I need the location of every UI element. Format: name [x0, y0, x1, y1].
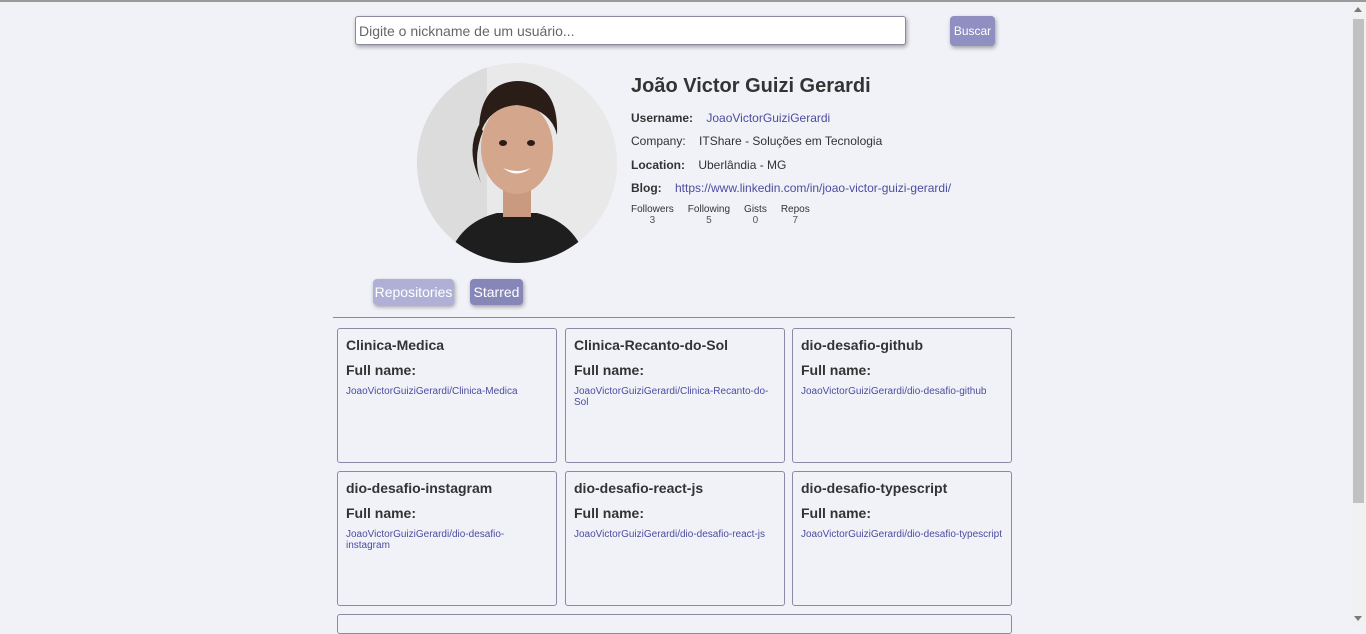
- blog-link[interactable]: https://www.linkedin.com/in/joao-victor-…: [675, 181, 951, 195]
- full-name-label: Full name:: [801, 362, 872, 378]
- repo-name: dio-desafio-github: [801, 337, 924, 353]
- repo-full-name: JoaoVictorGuiziGerardi/Clinica-Recanto-d…: [574, 386, 769, 408]
- repo-name: dio-desafio-instagram: [346, 480, 493, 496]
- search-input[interactable]: [355, 16, 906, 45]
- stat-value: 0: [752, 215, 759, 226]
- repo-full-name: JoaoVictorGuiziGerardi/dio-desafio-insta…: [346, 529, 505, 551]
- full-name-label: Full name:: [346, 505, 417, 521]
- stat-label: Followers: [631, 204, 674, 215]
- scroll-down-arrow-icon[interactable]: [1354, 616, 1362, 621]
- repo-card[interactable]: dio-desafio-typescript Full name: JoaoVi…: [792, 471, 1012, 606]
- divider: [333, 317, 1015, 318]
- repo-full-name: JoaoVictorGuiziGerardi/dio-desafio-types…: [801, 529, 1003, 540]
- repo-name: Clinica-Medica: [346, 337, 445, 353]
- blog-row: Blog: https://www.linkedin.com/in/joao-v…: [631, 181, 951, 195]
- stat-label: Gists: [744, 204, 767, 215]
- blog-label: Blog:: [631, 181, 662, 195]
- repo-name: dio-desafio-react-js: [574, 480, 704, 496]
- repo-full-name: JoaoVictorGuiziGerardi/dio-desafio-react…: [574, 529, 766, 540]
- profile-name: João Victor Guizi Gerardi: [631, 75, 871, 97]
- full-name-label: Full name:: [801, 505, 872, 521]
- company-row: Company: ITShare - Soluções em Tecnologi…: [631, 134, 882, 148]
- company-value: ITShare - Soluções em Tecnologia: [699, 134, 883, 148]
- stat-value: 3: [649, 215, 656, 226]
- scrollbar-thumb[interactable]: [1353, 19, 1364, 503]
- repo-card-partial[interactable]: [337, 614, 1012, 634]
- full-name-label: Full name:: [574, 362, 645, 378]
- stat-label: Following: [687, 204, 731, 215]
- repo-card[interactable]: dio-desafio-github Full name: JoaoVictor…: [792, 328, 1012, 463]
- avatar: [417, 63, 617, 263]
- username-link[interactable]: JoaoVictorGuiziGerardi: [706, 111, 830, 125]
- username-row: Username: JoaoVictorGuiziGerardi: [631, 111, 830, 125]
- repo-card[interactable]: dio-desafio-react-js Full name: JoaoVict…: [565, 471, 785, 606]
- location-label: Location:: [631, 158, 685, 172]
- scrollbar[interactable]: [1351, 2, 1366, 626]
- location-row: Location: Uberlândia - MG: [631, 158, 786, 172]
- search-button[interactable]: Buscar: [950, 16, 995, 46]
- repo-full-name: JoaoVictorGuiziGerardi/Clinica-Medica: [346, 386, 518, 397]
- profile-stats: Followers 3 Following 5 Gists 0 Repos 7: [631, 204, 810, 226]
- full-name-label: Full name:: [574, 505, 645, 521]
- stat-label: Repos: [780, 204, 810, 215]
- company-label: Company:: [631, 134, 686, 148]
- stat-followers: Followers 3: [631, 204, 674, 226]
- stat-repos: Repos 7: [781, 204, 810, 226]
- repo-card[interactable]: Clinica-Recanto-do-Sol Full name: JoaoVi…: [565, 328, 785, 463]
- stat-value: 7: [792, 215, 799, 226]
- stat-value: 5: [706, 215, 712, 226]
- stat-following: Following 5: [688, 204, 730, 226]
- repo-name: Clinica-Recanto-do-Sol: [574, 337, 729, 353]
- repo-name: dio-desafio-typescript: [801, 480, 948, 496]
- repo-card[interactable]: dio-desafio-instagram Full name: JoaoVic…: [337, 471, 557, 606]
- repo-card[interactable]: Clinica-Medica Full name: JoaoVictorGuiz…: [337, 328, 557, 463]
- scroll-up-arrow-icon[interactable]: [1354, 7, 1362, 12]
- tab-repositories[interactable]: Repositories: [373, 279, 454, 305]
- username-label: Username:: [631, 111, 694, 125]
- tab-starred[interactable]: Starred: [470, 279, 523, 305]
- avatar-image: [417, 63, 617, 263]
- repo-full-name: JoaoVictorGuiziGerardi/dio-desafio-githu…: [801, 386, 987, 397]
- full-name-label: Full name:: [346, 362, 417, 378]
- stat-gists: Gists 0: [744, 204, 767, 226]
- location-value: Uberlândia - MG: [698, 158, 787, 172]
